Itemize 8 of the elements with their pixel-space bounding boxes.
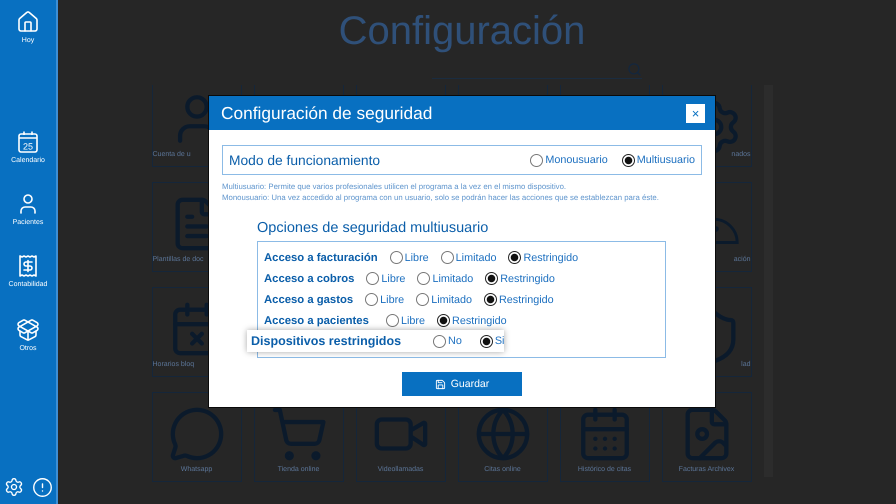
- section-title: Opciones de seguridad multiusuario: [257, 220, 490, 236]
- option-label: Acceso a gastos: [264, 294, 354, 306]
- option-label: Acceso a facturación: [264, 252, 378, 264]
- option-label: Acceso a cobros: [264, 272, 354, 285]
- page-title: Configuración: [338, 9, 586, 54]
- option-label: Dispositivos restringidos: [251, 334, 402, 348]
- option-label: Acceso a pacientes: [264, 314, 370, 327]
- calendar-icon: 25: [16, 130, 39, 154]
